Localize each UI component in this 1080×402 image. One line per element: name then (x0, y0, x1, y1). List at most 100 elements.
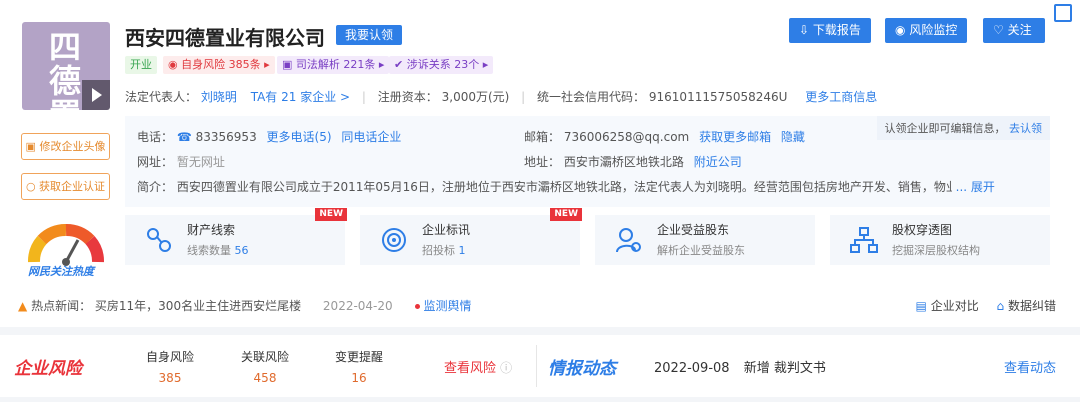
email-value: 736006258@qq.com (563, 130, 690, 144)
view-dynamics-link[interactable]: 查看动态 (1004, 357, 1056, 376)
status-tag: 开业 (125, 56, 157, 74)
feature-card-property[interactable]: 财产线索 线索数量 56 NEW (125, 208, 347, 265)
download-report-button[interactable]: ⇩ 下载报告 (789, 18, 871, 43)
arrow-right-icon: ▸ (482, 58, 489, 71)
feature-card-equity[interactable]: 股权穿透图 挖掘深层股权结构 (830, 215, 1050, 265)
arrow-right-icon: ▸ (264, 58, 270, 71)
legal-rep-label: 法定代表人： (125, 90, 198, 104)
same-phone-link[interactable]: 同电话企业 (341, 130, 401, 144)
arrow-right-icon: ▸ (378, 58, 385, 71)
feature-sub-num: 56 (234, 244, 249, 257)
document-icon: ▣ (282, 58, 293, 71)
feature-card-bidding[interactable]: 企业标讯 招投标 1 NEW (360, 208, 582, 265)
claim-link[interactable]: 去认领 (1009, 122, 1042, 135)
more-email-link[interactable]: 获取更多邮箱 (699, 130, 771, 144)
intro-row: 简介： 西安四德置业有限公司成立于2011年05月16日，注册地位于西安市灞桥区… (137, 178, 1042, 195)
stat-value: 458 (253, 371, 277, 385)
credit-code-label: 统一社会信用代码： (537, 90, 646, 104)
clue-icon (147, 228, 171, 252)
play-icon[interactable] (82, 80, 110, 110)
capital-label: 注册资本： (377, 90, 438, 104)
feature-card-beneficiary[interactable]: 企业受益股东 解析企业受益股东 (595, 215, 815, 265)
hot-news: ▲ 热点新闻： 买房11年，300名业主住进西安烂尾楼 2022-04-20 监… (18, 297, 472, 314)
feature-title: 股权穿透图 (892, 223, 953, 237)
company-name: 西安四德置业有限公司 (125, 26, 325, 50)
cert-icon: ○ (25, 180, 36, 193)
qr-code-icon[interactable] (1054, 4, 1072, 22)
help-icon: ⓘ (500, 361, 513, 375)
modify-avatar-button[interactable]: ▣ 修改企业头像 (21, 133, 110, 160)
feature-sub: 线索数量 56 (187, 242, 249, 258)
hide-link[interactable]: 隐藏 (781, 130, 805, 144)
divider: | (521, 90, 526, 104)
stat-change-alert[interactable]: 变更提醒 16 (335, 348, 383, 385)
law-tag[interactable]: ▣ 司法解析 221条 ▸ (277, 56, 390, 74)
website-value: 暂无网址 (176, 155, 225, 169)
divider (536, 345, 537, 387)
compare-button[interactable]: ▤ 企业对比 (916, 299, 983, 313)
divider: | (361, 90, 366, 104)
stat-value: 16 (351, 371, 367, 385)
cloud-download-icon: ⇩ (799, 23, 810, 37)
feature-sub-num: 1 (458, 244, 466, 257)
correct-label: 数据纠错 (1007, 299, 1056, 313)
news-label: 热点新闻： (31, 299, 92, 313)
new-badge: NEW (550, 208, 582, 221)
address-label: 地址： (524, 155, 561, 169)
get-cert-button[interactable]: ○ 获取企业认证 (21, 173, 110, 200)
view-risk-label: 查看风险 (444, 361, 497, 376)
suit-tag[interactable]: ✔ 涉诉关系 23个 ▸ (389, 56, 494, 74)
shield-icon: ◉ (168, 58, 178, 71)
address-value: 西安市灞桥区地铁北路 (563, 155, 684, 169)
company-logo[interactable]: 四德置业 (22, 22, 110, 110)
news-date: 2022-04-20 (322, 299, 393, 313)
feature-title: 财产线索 (187, 223, 236, 237)
phone-icon: ☎ (176, 130, 192, 144)
risk-title: 企业风险 (14, 359, 82, 379)
target-icon (382, 228, 406, 252)
correct-button[interactable]: ⌂ 数据纠错 (997, 299, 1056, 313)
user-search-icon (616, 228, 641, 253)
intro-label: 简介： (137, 180, 174, 194)
hierarchy-icon (850, 227, 878, 253)
email-label: 邮箱： (524, 130, 561, 144)
feature-sub-label: 招投标 (422, 244, 455, 257)
phone-row: 电话： ☎ 83356953 更多电话(5) 同电话企业 (137, 128, 401, 145)
view-risk-link[interactable]: 查看风险 ⓘ (444, 357, 512, 376)
stat-related-risk[interactable]: 关联风险 458 (241, 348, 289, 385)
intel-date: 2022-09-08 (654, 361, 730, 376)
risk-monitor-label: 风险监控 (909, 23, 958, 37)
monitor-link[interactable]: 监测舆情 (414, 299, 472, 313)
follow-button[interactable]: ♡ 关注 (983, 18, 1045, 43)
stat-label: 变更提醒 (335, 350, 384, 364)
feature-title: 企业受益股东 (657, 223, 730, 237)
legal-rep-link[interactable]: 刘晓明 (201, 90, 237, 104)
nearby-link[interactable]: 附近公司 (694, 155, 742, 169)
heat-label: 网民关注热度 (28, 265, 94, 278)
more-info-link[interactable]: 更多工商信息 (805, 90, 877, 104)
news-link[interactable]: 买房11年，300名业主住进西安烂尾楼 (95, 299, 301, 313)
stat-self-risk[interactable]: 自身风险 385 (146, 348, 194, 385)
feature-sub: 解析企业受益股东 (657, 244, 745, 257)
claim-hint-text: 认领企业即可编辑信息， (884, 122, 1006, 135)
expand-link[interactable]: ... 展开 (956, 180, 995, 194)
feature-sub: 招投标 1 (422, 242, 466, 258)
more-phone-link[interactable]: 更多电话(5) (267, 130, 332, 144)
modify-avatar-label: 修改企业头像 (39, 140, 106, 153)
website-label: 网址： (137, 155, 174, 169)
risk-tag[interactable]: ◉ 自身风险 385条 ▸ (163, 56, 275, 74)
stat-value: 385 (158, 371, 182, 385)
stat-label: 自身风险 (146, 350, 195, 364)
news-actions: ▤ 企业对比 ⌂ 数据纠错 (916, 297, 1056, 314)
address-row: 地址： 西安市灞桥区地铁北路 附近公司 (524, 153, 742, 170)
claim-button[interactable]: 我要认领 (336, 25, 402, 45)
new-badge: NEW (315, 208, 347, 221)
phone-label: 电话： (137, 130, 174, 144)
risk-tag-label: 自身风险 385条 (181, 58, 261, 71)
fire-icon: ▲ (18, 299, 28, 313)
gavel-icon: ✔ (394, 58, 404, 71)
legal-rep-companies-link[interactable]: TA有 21 家企业 > (251, 90, 350, 104)
intel-item[interactable]: 2022-09-08 新增 裁判文书 (654, 357, 826, 376)
stat-label: 关联风险 (241, 350, 290, 364)
risk-monitor-button[interactable]: ◉ 风险监控 (885, 18, 968, 43)
